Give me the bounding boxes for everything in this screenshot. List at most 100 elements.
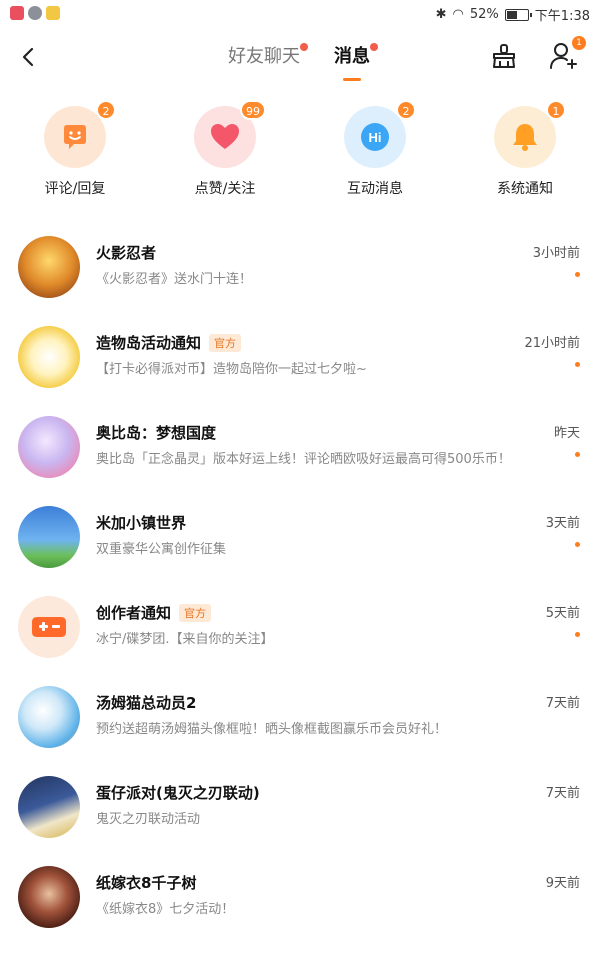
message-preview: 鬼灭之刃联动活动 xyxy=(96,812,201,827)
category-label: 评论/回复 xyxy=(44,181,106,197)
svg-text:Hi: Hi xyxy=(369,130,382,145)
list-item[interactable]: 火影忍者 3小时前 《火影忍者》送水门十连！ xyxy=(0,222,600,312)
category-icon-bg: 2 xyxy=(44,100,116,168)
unread-dot xyxy=(575,632,580,637)
message-time: 5天前 xyxy=(545,606,580,621)
list-item[interactable]: 米加小镇世界 3天前 双重豪华公寓创作征集 xyxy=(0,492,600,582)
list-item[interactable]: 创作者通知 官方 5天前 冰宁/碟梦团.【来自你的关注】 xyxy=(0,582,600,672)
category-icon-bg: Hi 2 xyxy=(344,100,416,168)
category-likes[interactable]: 99 点赞/关注 xyxy=(165,100,285,198)
list-item[interactable]: 造物岛活动通知 官方 21小时前 【打卡必得派对币】造物岛陪你一起过七夕啦~ xyxy=(0,312,600,402)
unread-dot xyxy=(575,272,580,277)
message-time: 3小时前 xyxy=(532,246,580,261)
list-item[interactable]: 奥比岛：梦想国度 昨天 奥比岛「正念晶灵」版本好运上线！评论晒欧吸好运最高可得5… xyxy=(0,402,600,492)
avatar xyxy=(18,326,80,388)
message-title-row: 创作者通知 官方 xyxy=(96,602,212,623)
status-bar: ✱ ◠ 52% 下午1:38 xyxy=(0,0,600,30)
message-title: 奥比岛：梦想国度 xyxy=(96,424,217,442)
avatar xyxy=(18,866,80,928)
clear-unread-button[interactable] xyxy=(488,40,520,72)
add-friend-button[interactable]: 1 xyxy=(548,36,586,72)
back-arrow-icon xyxy=(22,47,34,67)
message-title-row: 蛋仔派对(鬼灭之刃联动) xyxy=(96,782,260,803)
unread-dot xyxy=(575,452,580,457)
list-item[interactable]: 汤姆猫总动员2 7天前 预约送超萌汤姆猫头像框啦！晒头像框截图赢乐币会员好礼！ xyxy=(0,672,600,762)
message-title-row: 汤姆猫总动员2 xyxy=(96,692,196,713)
wifi-icon: ◠ xyxy=(452,7,464,22)
category-system[interactable]: 1 系统通知 xyxy=(465,100,585,198)
message-preview: 《纸嫁衣8》七夕活动！ xyxy=(96,902,235,917)
avatar xyxy=(18,416,80,478)
category-interactions[interactable]: Hi 2 互动消息 xyxy=(315,100,435,198)
message-time: 7天前 xyxy=(545,786,580,801)
notification-icons xyxy=(10,6,60,20)
category-label: 系统通知 xyxy=(497,181,553,197)
message-preview: 冰宁/碟梦团.【来自你的关注】 xyxy=(96,632,274,647)
add-friend-badge: 1 xyxy=(572,36,586,50)
category-comments[interactable]: 2 评论/回复 xyxy=(15,100,135,198)
message-title-row: 米加小镇世界 xyxy=(96,512,186,533)
category-icon-bg: 99 xyxy=(194,100,266,168)
bell-icon xyxy=(513,124,537,151)
tab-label: 消息 xyxy=(334,46,370,67)
hi-icon: Hi xyxy=(361,123,389,151)
unread-dot xyxy=(575,542,580,547)
message-title: 米加小镇世界 xyxy=(96,514,187,532)
tab-label: 好友聊天 xyxy=(228,46,300,67)
unread-dot xyxy=(575,362,580,367)
message-time: 7天前 xyxy=(545,696,580,711)
message-preview: 【打卡必得派对币】造物岛陪你一起过七夕啦~ xyxy=(96,362,367,377)
clock: 下午1:38 xyxy=(534,9,590,24)
heart-icon xyxy=(211,124,239,149)
message-categories: 2 评论/回复 99 点赞/关注 Hi 2 互动消息 1 系统通知 xyxy=(0,100,600,210)
category-badge: 99 xyxy=(240,100,266,120)
bluetooth-icon: ✱ xyxy=(435,7,447,22)
battery-icon xyxy=(504,8,532,21)
gamepad-icon xyxy=(32,617,66,637)
avatar xyxy=(18,776,80,838)
tab-messages[interactable]: 消息 xyxy=(334,42,378,68)
avatar xyxy=(18,506,80,568)
message-title: 汤姆猫总动员2 xyxy=(96,694,197,712)
message-time: 21小时前 xyxy=(524,336,580,351)
active-tab-indicator xyxy=(343,78,361,81)
system-indicators: ✱ ◠ 52% 下午1:38 xyxy=(436,5,590,24)
message-preview: 《火影忍者》送水门十连！ xyxy=(96,272,253,287)
category-label: 互动消息 xyxy=(347,181,403,197)
message-time: 昨天 xyxy=(553,426,580,441)
tab-friend-chat[interactable]: 好友聊天 xyxy=(228,42,308,68)
tab-unread-dot xyxy=(370,43,378,51)
message-title-row: 纸嫁衣8千子树 xyxy=(96,872,196,893)
message-title: 创作者通知 xyxy=(96,604,172,622)
tab-unread-dot xyxy=(300,43,308,51)
comment-icon xyxy=(64,125,86,149)
battery-fill xyxy=(506,10,517,19)
category-badge: 2 xyxy=(396,100,416,120)
message-title: 蛋仔派对(鬼灭之刃联动) xyxy=(96,784,260,802)
message-time: 3天前 xyxy=(545,516,580,531)
message-title-row: 奥比岛：梦想国度 xyxy=(96,422,216,443)
message-title: 造物岛活动通知 xyxy=(96,334,202,352)
app-notification-icon xyxy=(10,6,24,20)
avatar xyxy=(18,236,80,298)
back-button[interactable] xyxy=(14,42,44,72)
category-badge: 2 xyxy=(96,100,116,120)
avatar xyxy=(18,686,80,748)
list-item[interactable]: 蛋仔派对(鬼灭之刃联动) 7天前 鬼灭之刃联动活动 xyxy=(0,762,600,852)
cloud-icon xyxy=(28,6,42,20)
message-title-row: 火影忍者 xyxy=(96,242,156,263)
message-preview: 奥比岛「正念晶灵」版本好运上线！评论晒欧吸好运最高可得500乐币！ xyxy=(96,452,511,467)
official-tag: 官方 xyxy=(179,603,212,622)
app-notification-icon xyxy=(46,6,60,20)
message-title: 火影忍者 xyxy=(96,244,157,262)
header: 好友聊天 消息 1 xyxy=(0,30,600,90)
battery-percent: 52% xyxy=(469,7,499,22)
official-tag: 官方 xyxy=(209,333,242,352)
list-item[interactable]: 纸嫁衣8千子树 9天前 《纸嫁衣8》七夕活动！ xyxy=(0,852,600,942)
message-title: 纸嫁衣8千子树 xyxy=(96,874,197,892)
category-badge: 1 xyxy=(546,100,566,120)
message-preview: 预约送超萌汤姆猫头像框啦！晒头像框截图赢乐币会员好礼！ xyxy=(96,722,448,737)
message-time: 9天前 xyxy=(545,876,580,891)
message-preview: 双重豪华公寓创作征集 xyxy=(96,542,227,557)
category-icon-bg: 1 xyxy=(494,100,566,168)
